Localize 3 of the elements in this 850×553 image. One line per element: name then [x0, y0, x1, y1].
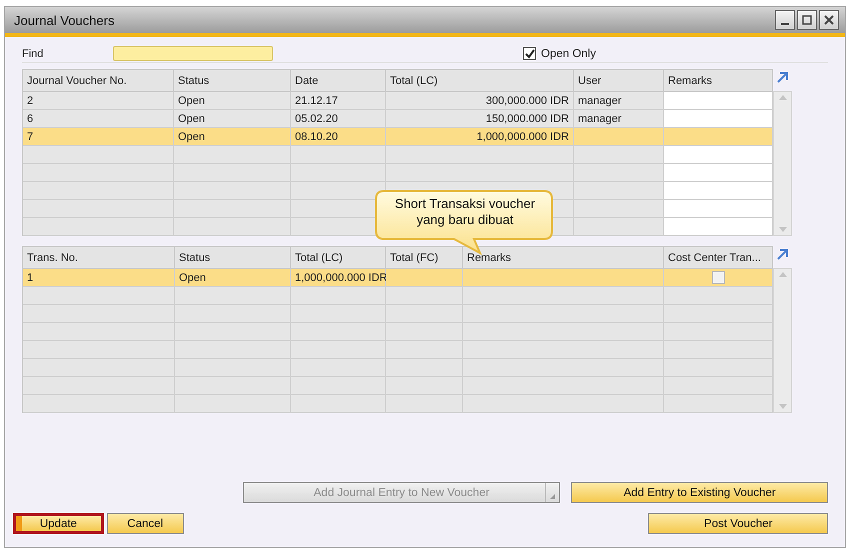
window-title: Journal Vouchers	[14, 12, 114, 28]
open-only-label: Open Only	[541, 48, 596, 60]
find-label: Find	[22, 48, 44, 60]
